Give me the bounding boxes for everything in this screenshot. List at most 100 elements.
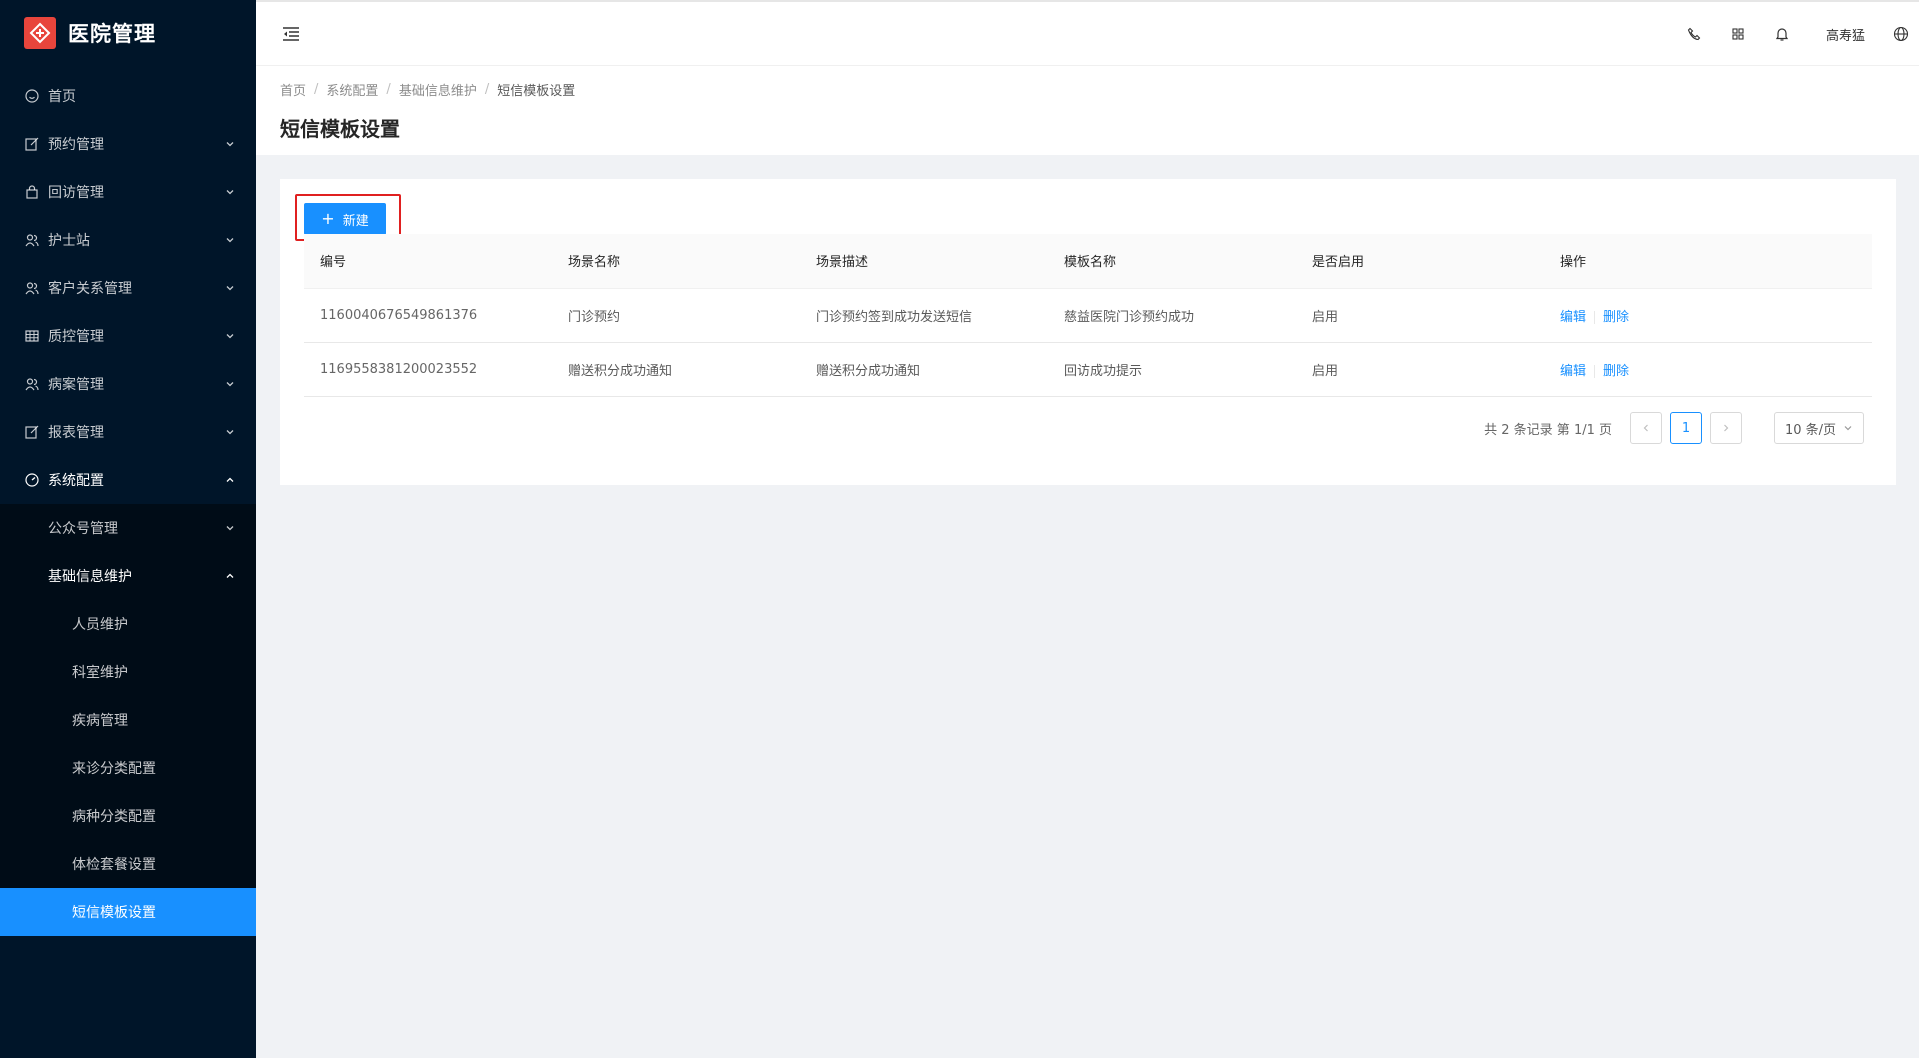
sidebar-item-quality-control[interactable]: 质控管理 [0, 312, 256, 360]
page-1-button[interactable]: 1 [1670, 412, 1702, 444]
new-button-label: 新建 [342, 213, 369, 229]
cell-enabled: 启用 [1296, 288, 1544, 343]
cell-scene: 门诊预约 [552, 288, 800, 343]
smile-icon [24, 88, 40, 104]
sidebar-item-disease-category[interactable]: 病种分类配置 [0, 792, 256, 840]
column-header-id: 编号 [304, 234, 552, 289]
sidebar-item-home[interactable]: 首页 [0, 72, 256, 120]
cell-id: 1160040676549861376 [304, 288, 552, 343]
chevron-down-icon [224, 426, 236, 438]
column-header-description: 场景描述 [800, 234, 1048, 289]
logo[interactable]: 医院管理 [0, 0, 256, 66]
sidebar-item-staff[interactable]: 人员维护 [0, 600, 256, 648]
edit-link[interactable]: 编辑 [1560, 310, 1586, 325]
sidebar-item-label: 体检套餐设置 [72, 857, 156, 873]
table-icon [24, 328, 40, 344]
breadcrumb-system-config[interactable]: 系统配置 [326, 80, 378, 99]
sidebar-item-reports[interactable]: 报表管理 [0, 408, 256, 456]
cell-scene: 赠送积分成功通知 [552, 342, 800, 397]
sidebar-item-label: 护士站 [48, 233, 90, 249]
sidebar-item-appointment[interactable]: 预约管理 [0, 120, 256, 168]
sidebar-item-system-config[interactable]: 系统配置 [0, 456, 256, 504]
cell-template: 回访成功提示 [1048, 342, 1296, 397]
sidebar-item-label: 来诊分类配置 [72, 761, 156, 777]
globe-icon[interactable] [1883, 2, 1919, 66]
sidebar-item-followup[interactable]: 回访管理 [0, 168, 256, 216]
sidebar-item-label: 科室维护 [72, 665, 128, 681]
prev-page-button[interactable] [1630, 412, 1662, 444]
chevron-up-icon [224, 474, 236, 486]
form-icon [24, 136, 40, 152]
sidebar-item-disease[interactable]: 疾病管理 [0, 696, 256, 744]
table-header-row: 编号 场景名称 场景描述 模板名称 是否启用 操作 [304, 234, 1872, 289]
sidebar-item-checkup-package[interactable]: 体检套餐设置 [0, 840, 256, 888]
users-icon [24, 232, 40, 248]
sidebar-item-label: 病案管理 [48, 377, 104, 393]
sidebar-item-crm[interactable]: 客户关系管理 [0, 264, 256, 312]
user-menu[interactable]: 高寿猛 [1804, 2, 1883, 66]
sidebar-item-label: 人员维护 [72, 617, 128, 633]
column-header-template: 模板名称 [1048, 234, 1296, 289]
sidebar-item-basic-info[interactable]: 基础信息维护 [0, 552, 256, 600]
sms-template-table: 编号 场景名称 场景描述 模板名称 是否启用 操作 11600406765498… [304, 234, 1872, 397]
chevron-right-icon [1724, 424, 1729, 432]
cell-id: 1169558381200023552 [304, 342, 552, 397]
top-header: 高寿猛 [256, 0, 1919, 66]
content-card: + 新建 编号 场景名称 场景描述 模板名称 是否启用 操作 116004067… [280, 179, 1896, 485]
sidebar-item-label: 疾病管理 [72, 713, 128, 729]
edit-link[interactable]: 编辑 [1560, 364, 1586, 379]
hospital-logo-icon [24, 17, 56, 49]
menu-fold-icon[interactable] [281, 24, 303, 46]
cell-actions: 编辑 删除 [1544, 342, 1872, 397]
pagination-total: 共 2 条记录 第 1/1 页 [1484, 422, 1612, 438]
column-header-enabled: 是否启用 [1296, 234, 1544, 289]
cell-actions: 编辑 删除 [1544, 288, 1872, 343]
page-size-select[interactable]: 10 条/页 [1774, 412, 1864, 444]
sidebar-item-label: 病种分类配置 [72, 809, 156, 825]
sidebar-item-label: 质控管理 [48, 329, 104, 345]
cell-description: 门诊预约签到成功发送短信 [800, 288, 1048, 343]
system-config-submenu: 公众号管理 基础信息维护 人员维护 科室维护 疾病管理 来诊分类配置 病种分类配… [0, 504, 256, 936]
sidebar-item-medical-records[interactable]: 病案管理 [0, 360, 256, 408]
breadcrumb: 首页 / 系统配置 / 基础信息维护 / 短信模板设置 [280, 80, 1895, 99]
breadcrumb-basic-info[interactable]: 基础信息维护 [399, 80, 477, 99]
delete-link[interactable]: 删除 [1603, 364, 1629, 379]
app-title: 医院管理 [68, 22, 156, 46]
sidebar-menu: 首页 预约管理 回访管理 护士站 客户关系管理 质控管理 病案管理 报表管理 系… [0, 72, 256, 936]
column-header-scene: 场景名称 [552, 234, 800, 289]
breadcrumb-home[interactable]: 首页 [280, 80, 306, 99]
sidebar-item-wechat-official[interactable]: 公众号管理 [0, 504, 256, 552]
bell-icon[interactable] [1760, 2, 1804, 66]
chevron-down-icon [224, 282, 236, 294]
breadcrumb-separator: / [386, 82, 391, 97]
sidebar-item-nurse-station[interactable]: 护士站 [0, 216, 256, 264]
users-icon [24, 280, 40, 296]
new-button[interactable]: + 新建 [304, 203, 386, 235]
next-page-button[interactable] [1710, 412, 1742, 444]
apps-icon[interactable] [1716, 2, 1760, 66]
chevron-down-icon [224, 330, 236, 342]
phone-icon[interactable] [1672, 2, 1716, 66]
action-divider [1594, 310, 1596, 324]
delete-link[interactable]: 删除 [1603, 310, 1629, 325]
chevron-down-icon [1844, 426, 1852, 431]
plus-icon: + [321, 209, 335, 228]
sidebar-item-label: 客户关系管理 [48, 281, 132, 297]
cell-template: 慈益医院门诊预约成功 [1048, 288, 1296, 343]
sidebar-item-label: 公众号管理 [48, 521, 118, 537]
lock-box-icon [24, 184, 40, 200]
chevron-up-icon [224, 570, 236, 582]
page-header: 首页 / 系统配置 / 基础信息维护 / 短信模板设置 短信模板设置 [256, 66, 1919, 155]
chevron-down-icon [224, 186, 236, 198]
sidebar-item-sms-template[interactable]: 短信模板设置 [0, 888, 256, 936]
chevron-down-icon [224, 522, 236, 534]
page-size-value: 10 条/页 [1785, 422, 1837, 438]
sidebar-item-label: 预约管理 [48, 137, 104, 153]
breadcrumb-separator: / [314, 82, 319, 97]
sidebar-item-department[interactable]: 科室维护 [0, 648, 256, 696]
breadcrumb-current: 短信模板设置 [497, 84, 576, 99]
chevron-down-icon [224, 234, 236, 246]
sidebar-item-visit-category[interactable]: 来诊分类配置 [0, 744, 256, 792]
sidebar-item-label: 系统配置 [48, 473, 104, 489]
table-row: 1160040676549861376 门诊预约 门诊预约签到成功发送短信 慈益… [304, 288, 1872, 343]
